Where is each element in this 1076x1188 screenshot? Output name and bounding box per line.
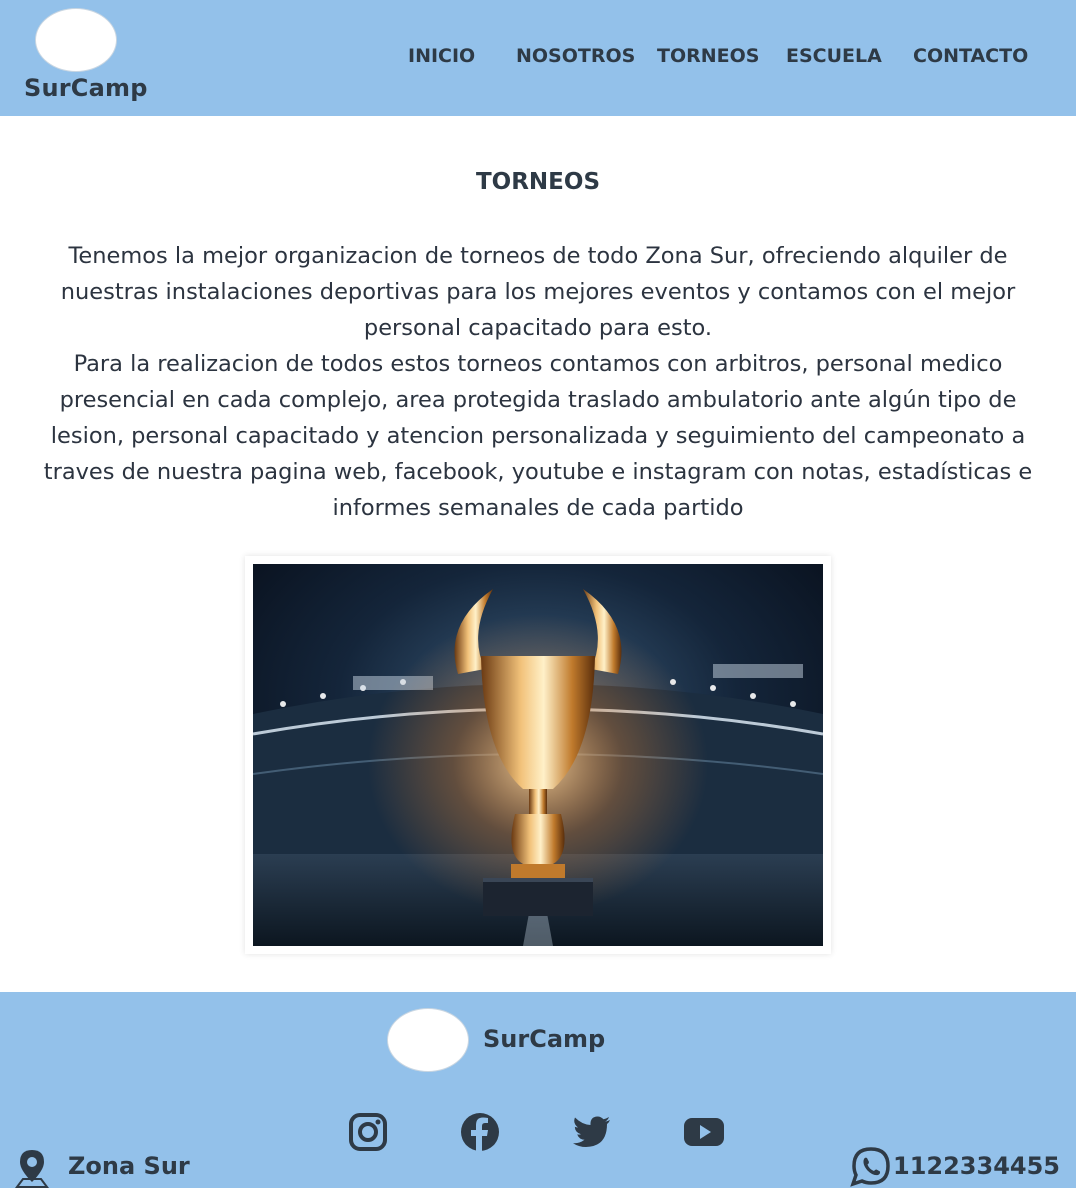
phone-number[interactable]: 1122334455: [893, 1152, 1060, 1180]
whatsapp-icon[interactable]: [850, 1146, 892, 1188]
intro-paragraph: Tenemos la mejor organizacion de torneos…: [60, 243, 1016, 341]
trophy-image: [253, 564, 823, 946]
nav-nosotros[interactable]: NOSOTROS: [516, 45, 635, 67]
site-footer: SurCamp Zona Sur 1122334455: [0, 992, 1076, 1188]
footer-logo[interactable]: [387, 1008, 469, 1072]
nav-torneos[interactable]: TORNEOS: [657, 45, 759, 67]
youtube-icon[interactable]: [684, 1112, 724, 1152]
main-nav: INICIO NOSOTROS TORNEOS ESCUELA CONTACTO: [0, 45, 1076, 71]
details-paragraph: Para la realizacion de todos estos torne…: [43, 351, 1033, 521]
nav-inicio[interactable]: INICIO: [408, 45, 475, 67]
location-text: Zona Sur: [68, 1152, 190, 1180]
location-pin-icon: [14, 1148, 50, 1188]
facebook-icon[interactable]: [460, 1112, 500, 1152]
site-header: SurCamp INICIO NOSOTROS TORNEOS ESCUELA …: [0, 0, 1076, 116]
footer-brand-name: SurCamp: [483, 1025, 606, 1053]
nav-escuela[interactable]: ESCUELA: [786, 45, 882, 67]
nav-contacto[interactable]: CONTACTO: [913, 45, 1028, 67]
instagram-icon[interactable]: [348, 1112, 388, 1152]
brand-name[interactable]: SurCamp: [24, 74, 148, 102]
twitter-icon[interactable]: [572, 1112, 612, 1152]
trophy-image-frame: [245, 556, 831, 954]
page-title: TORNEOS: [475, 169, 601, 195]
